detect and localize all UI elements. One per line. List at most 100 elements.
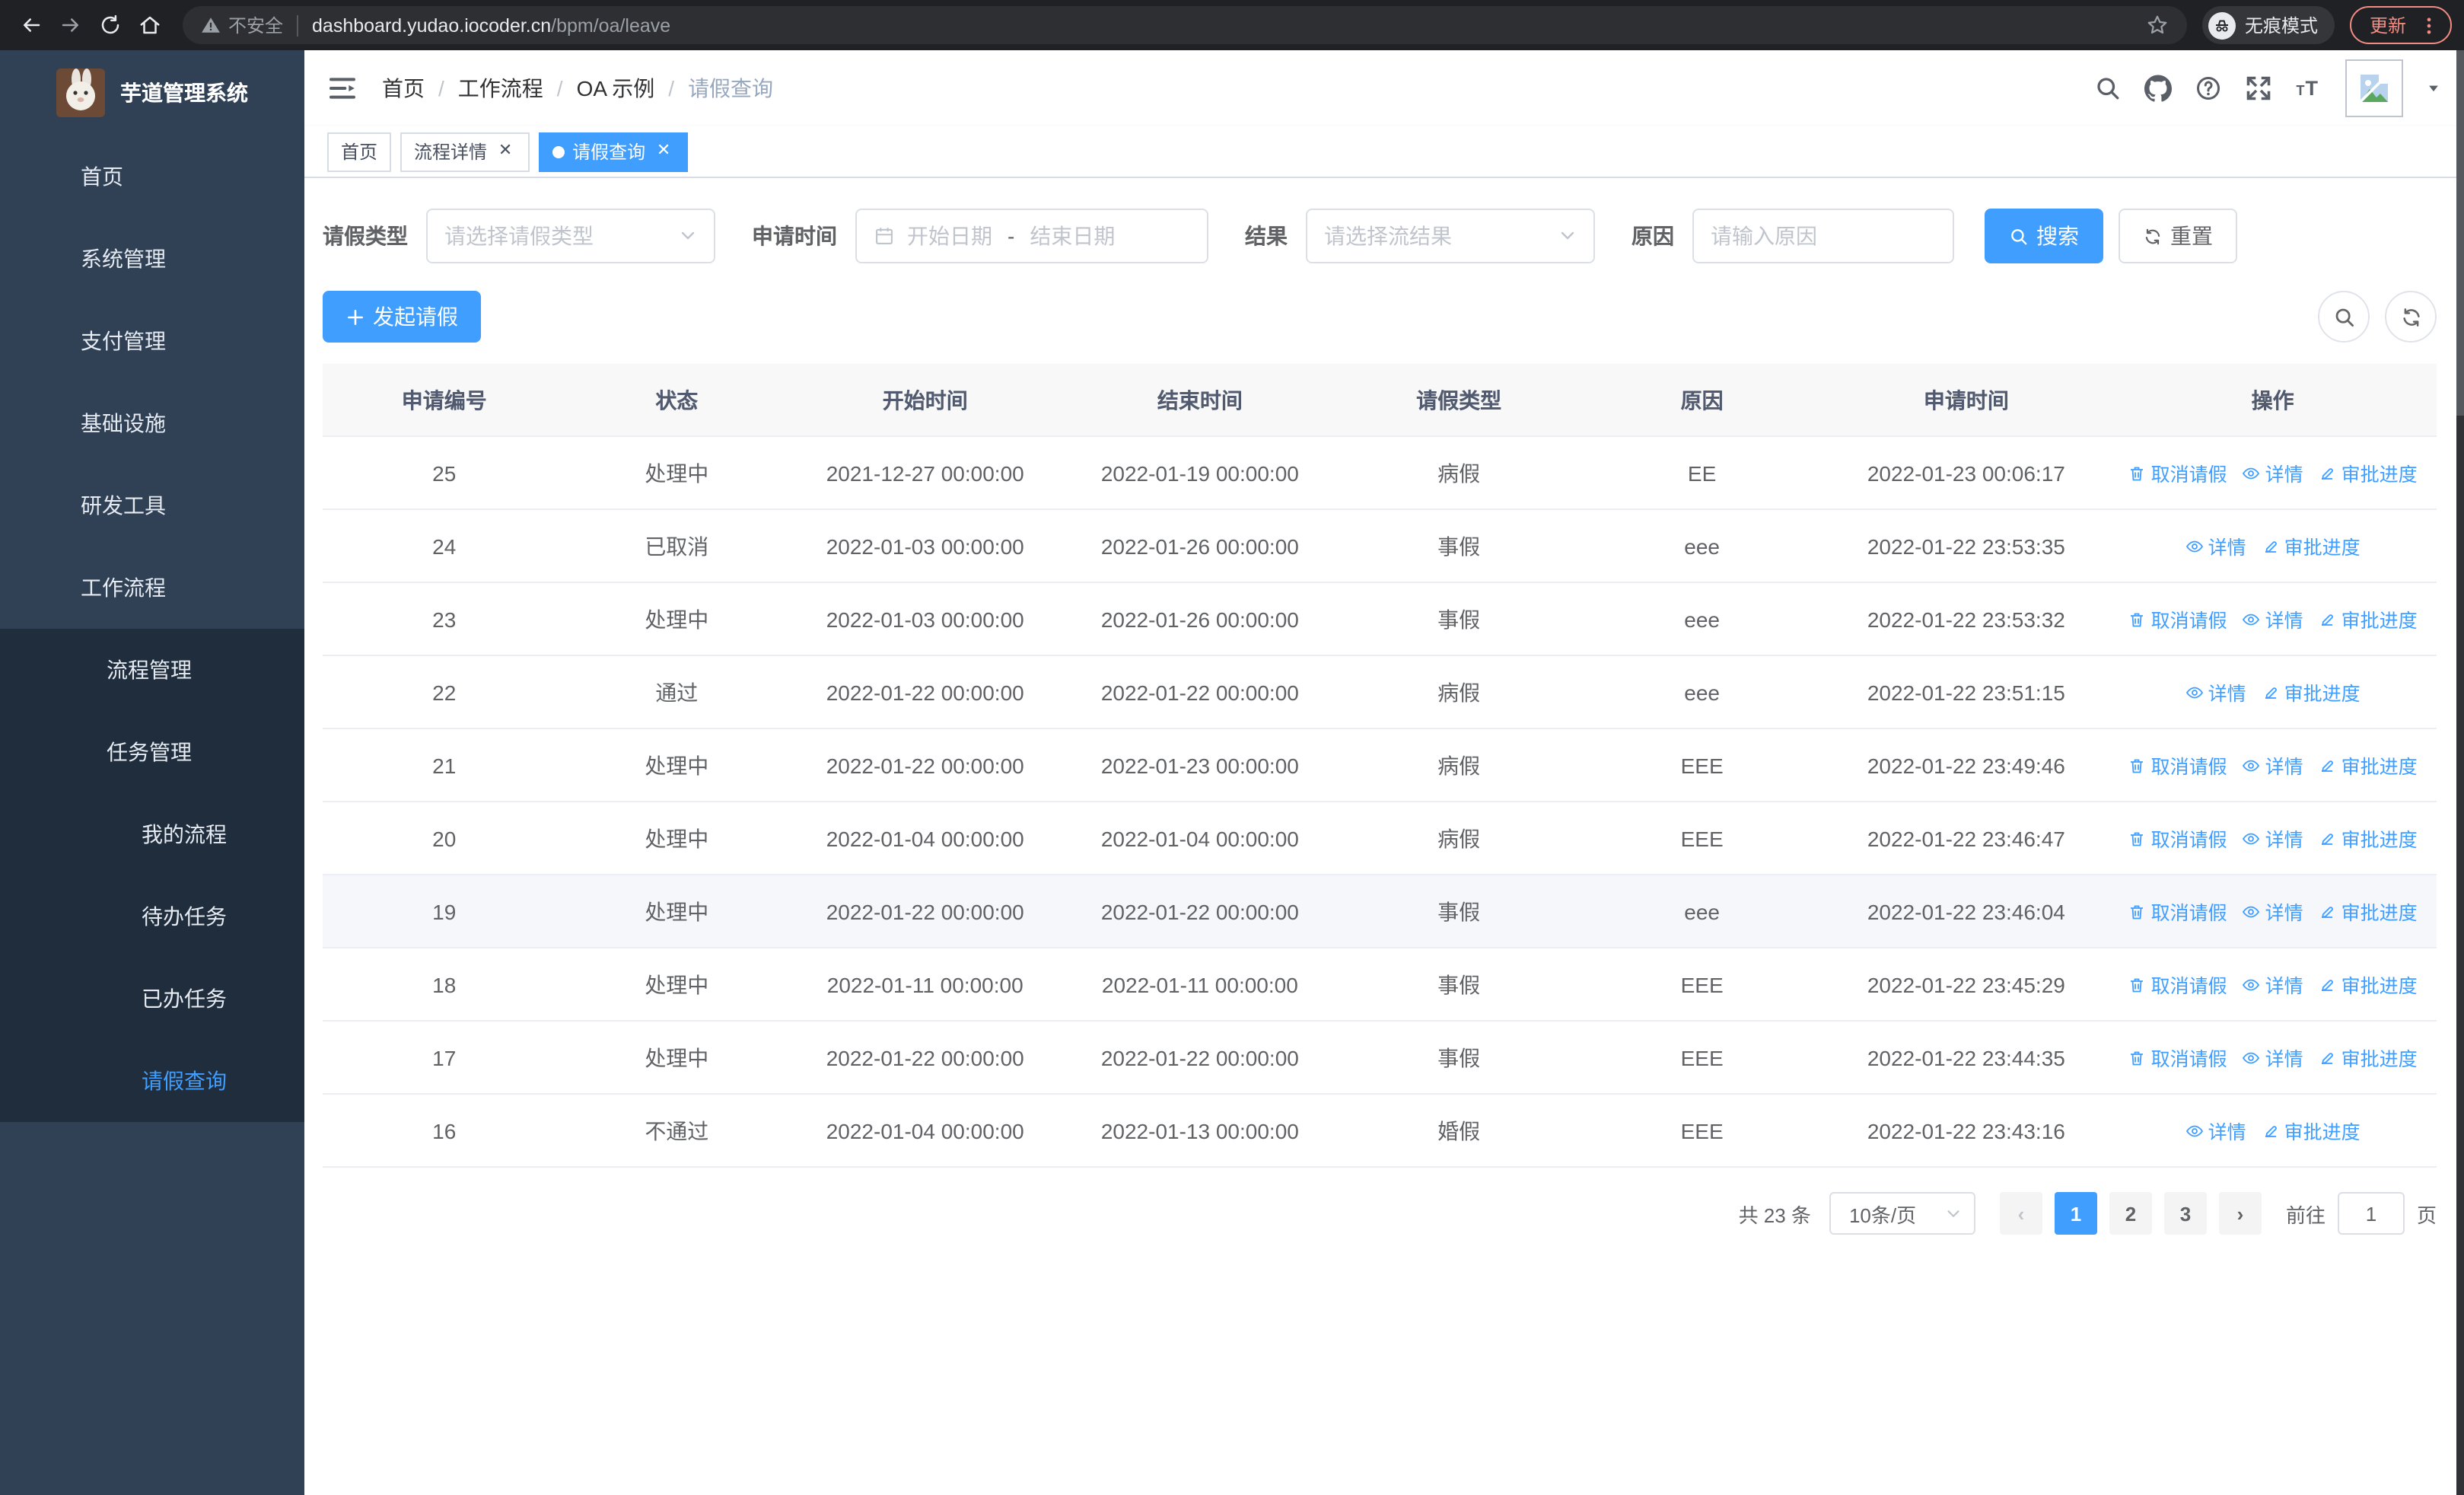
font-size-icon[interactable]: TT <box>2295 75 2322 102</box>
security-chip[interactable]: 不安全 <box>228 12 283 38</box>
progress-link[interactable]: 审批进度 <box>2319 970 2418 999</box>
sidebar-item-2[interactable]: 支付管理 <box>0 300 304 382</box>
reason-input[interactable]: 请输入原因 <box>1692 209 1954 263</box>
progress-link[interactable]: 审批进度 <box>2319 824 2418 853</box>
cancel-link[interactable]: 取消请假 <box>2128 824 2227 853</box>
help-icon[interactable] <box>2195 75 2222 102</box>
refresh-icon <box>2399 305 2422 328</box>
sidebar-item-1[interactable]: 系统管理 <box>0 218 304 300</box>
cancel-link[interactable]: 取消请假 <box>2128 751 2227 779</box>
cancel-link[interactable]: 取消请假 <box>2128 604 2227 633</box>
cancel-link[interactable]: 取消请假 <box>2128 458 2227 487</box>
sidebar-item-label: 首页 <box>81 164 123 189</box>
sidebar-item-8[interactable]: 我的流程 <box>0 793 304 875</box>
detail-link[interactable]: 详情 <box>2243 1043 2303 1072</box>
progress-link[interactable]: 审批进度 <box>2319 897 2418 926</box>
cell-start: 2022-01-03 00:00:00 <box>826 534 1024 558</box>
close-icon[interactable]: ✕ <box>495 141 516 162</box>
github-icon[interactable] <box>2144 75 2172 102</box>
edit-icon <box>2262 537 2280 555</box>
apply-time-range-picker[interactable]: 开始日期 - 结束日期 <box>855 209 1208 263</box>
home-button[interactable] <box>131 7 167 43</box>
breadcrumb-item-0[interactable]: 首页 <box>382 73 425 104</box>
fullscreen-icon[interactable] <box>2245 75 2272 102</box>
app-logo[interactable]: 芋道管理系统 <box>0 50 304 135</box>
update-label: 更新 <box>2369 15 2406 37</box>
progress-link[interactable]: 审批进度 <box>2319 458 2418 487</box>
cell-reason: EEE <box>1680 826 1724 850</box>
forward-button[interactable] <box>52 7 88 43</box>
back-button[interactable] <box>12 7 49 43</box>
cancel-link[interactable]: 取消请假 <box>2128 897 2227 926</box>
progress-link[interactable]: 审批进度 <box>2262 531 2361 560</box>
next-page-button[interactable]: › <box>2218 1192 2262 1235</box>
incognito-badge: 无痕模式 <box>2201 6 2335 44</box>
sidebar-item-5[interactable]: 工作流程 <box>0 547 304 629</box>
chevron-down-icon <box>679 227 697 245</box>
page-size-select[interactable]: 10条/页 <box>1829 1192 1975 1235</box>
sidebar-item-10[interactable]: 已办任务 <box>0 958 304 1040</box>
sidebar-item-9[interactable]: 待办任务 <box>0 875 304 958</box>
scrollbar-thumb[interactable] <box>2456 50 2464 416</box>
progress-link[interactable]: 审批进度 <box>2319 751 2418 779</box>
progress-link[interactable]: 审批进度 <box>2262 1116 2361 1145</box>
sidebar-item-3[interactable]: 基础设施 <box>0 382 304 464</box>
prev-page-button[interactable]: ‹ <box>1999 1192 2042 1235</box>
detail-link[interactable]: 详情 <box>2243 824 2303 853</box>
avatar-caret-icon[interactable] <box>2426 81 2441 96</box>
result-select[interactable]: 请选择流结果 <box>1306 209 1595 263</box>
update-chip[interactable]: 更新 <box>2349 6 2452 44</box>
search-icon[interactable] <box>2094 75 2122 102</box>
detail-link[interactable]: 详情 <box>2243 751 2303 779</box>
search-icon <box>2332 305 2355 328</box>
detail-link[interactable]: 详情 <box>2185 677 2246 706</box>
close-icon[interactable]: ✕ <box>653 141 674 162</box>
column-header-1: 状态 <box>655 387 699 412</box>
sidebar-item-6[interactable]: 流程管理 <box>0 629 304 711</box>
progress-link[interactable]: 审批进度 <box>2319 1043 2418 1072</box>
detail-link[interactable]: 详情 <box>2243 970 2303 999</box>
tab-2[interactable]: 请假查询 ✕ <box>539 132 689 171</box>
bookmark-star-icon[interactable] <box>2146 14 2169 37</box>
chevron-down-icon <box>259 250 277 268</box>
filter-form: 请假类型 请选择请假类型 申请时间 开始日期 - 结束日期 结果 请选择流结果 <box>323 209 2437 263</box>
reset-button[interactable]: 重置 <box>2119 209 2237 263</box>
breadcrumb-item-2[interactable]: OA 示例 <box>577 73 655 104</box>
jumper-input[interactable]: 1 <box>2337 1192 2405 1235</box>
leave-type-select[interactable]: 请选择请假类型 <box>426 209 715 263</box>
page-button-3[interactable]: 3 <box>2163 1192 2207 1235</box>
progress-link[interactable]: 审批进度 <box>2262 677 2361 706</box>
cell-status: 处理中 <box>645 899 709 923</box>
create-leave-button[interactable]: 发起请假 <box>323 291 481 343</box>
detail-link[interactable]: 详情 <box>2185 531 2246 560</box>
scrollbar[interactable] <box>2456 50 2464 1495</box>
sidebar-item-7[interactable]: 任务管理 <box>0 711 304 793</box>
url-host: dashboard.yudao.iocoder.cn <box>312 14 552 36</box>
page-button-1[interactable]: 1 <box>2054 1192 2097 1235</box>
detail-link[interactable]: 详情 <box>2185 1116 2246 1145</box>
address-bar[interactable]: 不安全 dashboard.yudao.iocoder.cn /bpm/oa/l… <box>183 6 2187 44</box>
search-button[interactable]: 搜索 <box>1985 209 2103 263</box>
sidebar-item-4[interactable]: 研发工具 <box>0 464 304 547</box>
browser-menu-icon[interactable] <box>2418 14 2440 36</box>
cancel-link[interactable]: 取消请假 <box>2128 970 2227 999</box>
avatar[interactable] <box>2345 59 2403 117</box>
cancel-link[interactable]: 取消请假 <box>2128 1043 2227 1072</box>
detail-link[interactable]: 详情 <box>2243 604 2303 633</box>
page-button-2[interactable]: 2 <box>2109 1192 2152 1235</box>
breadcrumb-item-1[interactable]: 工作流程 <box>458 73 543 104</box>
detail-link[interactable]: 详情 <box>2243 897 2303 926</box>
back-icon <box>19 14 42 37</box>
refresh-table-button[interactable] <box>2385 291 2437 343</box>
progress-link[interactable]: 审批进度 <box>2319 604 2418 633</box>
tab-0[interactable]: 首页 <box>327 132 392 171</box>
sidebar-item-0[interactable]: 首页 <box>0 135 304 218</box>
hamburger-icon[interactable] <box>327 73 358 104</box>
sidebar-item-11[interactable]: 请假查询 <box>0 1040 304 1122</box>
table-toolbar: 发起请假 <box>323 291 2437 343</box>
show-search-button[interactable] <box>2318 291 2370 343</box>
reload-button[interactable] <box>91 7 128 43</box>
tab-1[interactable]: 流程详情 ✕ <box>400 132 530 171</box>
detail-link[interactable]: 详情 <box>2243 458 2303 487</box>
forward-icon <box>59 14 81 37</box>
